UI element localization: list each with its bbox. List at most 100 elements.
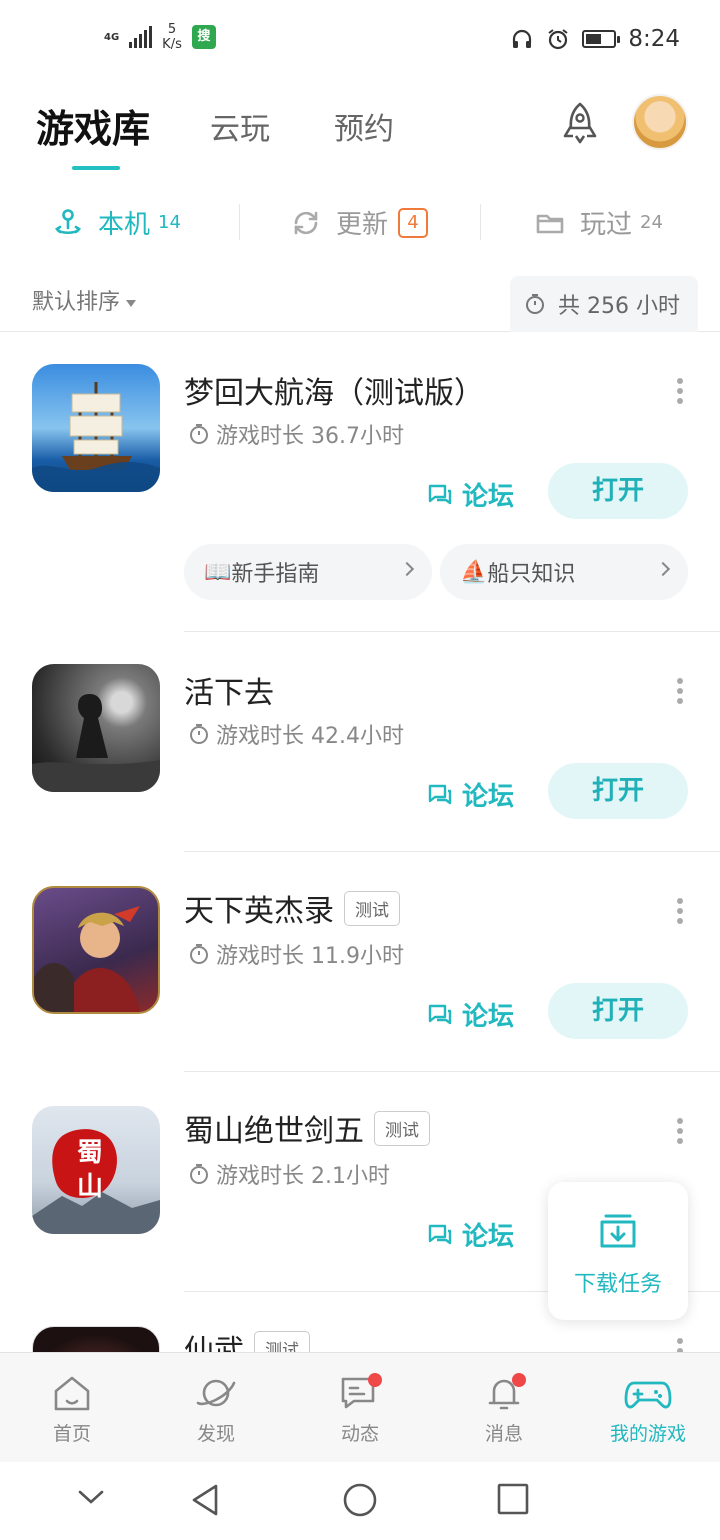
- headphones-icon: [513, 29, 532, 48]
- total-playtime: 共 256 小时: [510, 276, 698, 332]
- tab-game-library[interactable]: 游戏库: [36, 98, 150, 153]
- local-device-icon: [54, 208, 82, 234]
- notification-dot: [368, 1373, 382, 1387]
- beta-tag: 测试: [254, 1330, 310, 1352]
- status-bar: 4G 5 K/s 搜 8:24: [0, 0, 720, 80]
- network-type: 4G: [104, 31, 120, 43]
- game-icon-survive[interactable]: [32, 664, 160, 792]
- game-library-screen: 4G 5 K/s 搜 8:24 游戏库 云玩 预约 本机 14 更新 4 玩过 …: [0, 0, 720, 1540]
- game-icon-heroes[interactable]: [32, 886, 160, 1014]
- tab-reservation[interactable]: 预约: [334, 104, 394, 148]
- beta-tag: 测试: [374, 1110, 430, 1146]
- game-title[interactable]: 天下英杰录 测试: [184, 886, 400, 930]
- forum-icon: [428, 484, 452, 504]
- game-title[interactable]: 仙武 测试: [184, 1326, 310, 1352]
- list-item: 天下英杰录 测试 游戏时长 11.9小时 论坛 打开: [0, 852, 720, 1072]
- guide-ship-button[interactable]: ⛵ 船只知识: [440, 544, 688, 600]
- forum-button[interactable]: 论坛: [426, 1216, 514, 1253]
- subtab-update[interactable]: 更新 4: [290, 204, 429, 241]
- game-playtime: 游戏时长 11.9小时: [188, 938, 404, 970]
- battery-icon: [582, 30, 621, 48]
- alarm-icon: [548, 29, 568, 50]
- update-count-badge: 4: [398, 207, 429, 238]
- list-item: 梦回大航海（测试版） 游戏时长 36.7小时 论坛 打开 📖 新手指南 ⛵ 船只…: [0, 332, 720, 632]
- game-playtime: 游戏时长 36.7小时: [188, 418, 404, 450]
- planet-icon: [196, 1379, 236, 1407]
- home-circle-icon[interactable]: [342, 1482, 378, 1518]
- collapse-chevron-icon[interactable]: [76, 1482, 106, 1512]
- nav-messages[interactable]: 消息: [454, 1373, 554, 1446]
- list-item: 活下去 游戏时长 42.4小时 论坛 打开: [0, 632, 720, 852]
- more-options-button[interactable]: [676, 1118, 684, 1146]
- more-options-button[interactable]: [676, 1338, 684, 1352]
- download-icon: [600, 1214, 636, 1248]
- forum-button[interactable]: 论坛: [426, 776, 514, 813]
- avatar[interactable]: [632, 94, 688, 150]
- more-options-button[interactable]: [676, 378, 684, 406]
- forum-button[interactable]: 论坛: [426, 996, 514, 1033]
- shushan-logo-text: 蜀山: [76, 1138, 103, 1202]
- subtab-played[interactable]: 玩过 24: [534, 204, 663, 241]
- nav-discover[interactable]: 发现: [166, 1373, 266, 1446]
- download-tasks-button[interactable]: 下载任务: [548, 1182, 688, 1320]
- game-playtime: 游戏时长 2.1小时: [188, 1158, 390, 1190]
- forum-button[interactable]: 论坛: [426, 476, 514, 513]
- timer-icon: [190, 944, 208, 964]
- forum-icon: [428, 784, 452, 804]
- nav-home[interactable]: 首页: [22, 1373, 122, 1446]
- subtab-played-label: 玩过: [580, 210, 633, 240]
- chevron-right-icon: [399, 561, 415, 577]
- game-title[interactable]: 梦回大航海（测试版）: [184, 368, 484, 412]
- more-options-button[interactable]: [676, 678, 684, 706]
- timer-icon: [190, 724, 208, 744]
- caret-down-icon: [126, 299, 137, 307]
- game-icon-xianwu[interactable]: [32, 1326, 160, 1352]
- sailboat-icon: ⛵: [460, 559, 488, 585]
- timer-icon: [526, 294, 544, 314]
- chevron-right-icon: [655, 561, 671, 577]
- network-speed: 5 K/s: [162, 22, 182, 52]
- game-title[interactable]: 蜀山绝世剑五 测试: [184, 1106, 430, 1150]
- active-tab-indicator: [72, 166, 120, 170]
- sort-dropdown[interactable]: 默认排序: [32, 284, 137, 316]
- home-icon: [54, 1376, 90, 1411]
- book-icon: 📖: [204, 559, 232, 585]
- beta-tag: 测试: [344, 890, 400, 926]
- top-header: 游戏库 云玩 预约: [0, 80, 720, 180]
- subtab-local-count: 14: [158, 212, 181, 233]
- rocket-icon[interactable]: [556, 100, 604, 148]
- game-icon-shushan[interactable]: 蜀山: [32, 1106, 160, 1234]
- nav-feed[interactable]: 动态: [310, 1373, 410, 1446]
- timer-icon: [190, 1164, 208, 1184]
- subtab-local-label: 本机: [98, 210, 151, 240]
- guide-newbie-button[interactable]: 📖 新手指南: [184, 544, 432, 600]
- more-options-button[interactable]: [676, 898, 684, 926]
- clock: 8:24: [628, 26, 680, 52]
- tab-cloud-play[interactable]: 云玩: [210, 104, 270, 148]
- nav-my-games[interactable]: 我的游戏: [598, 1373, 698, 1446]
- open-game-button[interactable]: 打开: [548, 463, 688, 519]
- gamepad-icon: [624, 1381, 672, 1409]
- game-title[interactable]: 活下去: [184, 668, 274, 712]
- signal-icon: [129, 26, 153, 48]
- bottom-navigation: 首页 发现 动态 消息 我的游戏: [0, 1352, 720, 1462]
- subtab-local[interactable]: 本机 14: [52, 204, 181, 241]
- download-tasks-label: 下载任务: [573, 1272, 662, 1297]
- system-navigation: [0, 1462, 720, 1540]
- recents-square-icon[interactable]: [496, 1482, 530, 1516]
- subtab-played-count: 24: [640, 212, 663, 233]
- open-game-button[interactable]: 打开: [548, 763, 688, 819]
- library-subtabs: 本机 14 更新 4 玩过 24: [0, 190, 720, 254]
- game-playtime: 游戏时长 42.4小时: [188, 718, 404, 750]
- notification-dot: [512, 1373, 526, 1387]
- search-app-icon: 搜: [191, 25, 216, 49]
- back-icon[interactable]: [188, 1482, 224, 1518]
- forum-icon: [428, 1224, 452, 1244]
- game-icon-voyage[interactable]: [32, 364, 160, 492]
- open-game-button[interactable]: 打开: [548, 983, 688, 1039]
- refresh-icon: [294, 211, 318, 234]
- sort-row: 默认排序 共 256 小时: [0, 276, 720, 332]
- folder-icon: [536, 214, 564, 233]
- subtab-update-label: 更新: [336, 210, 389, 240]
- timer-icon: [190, 424, 208, 444]
